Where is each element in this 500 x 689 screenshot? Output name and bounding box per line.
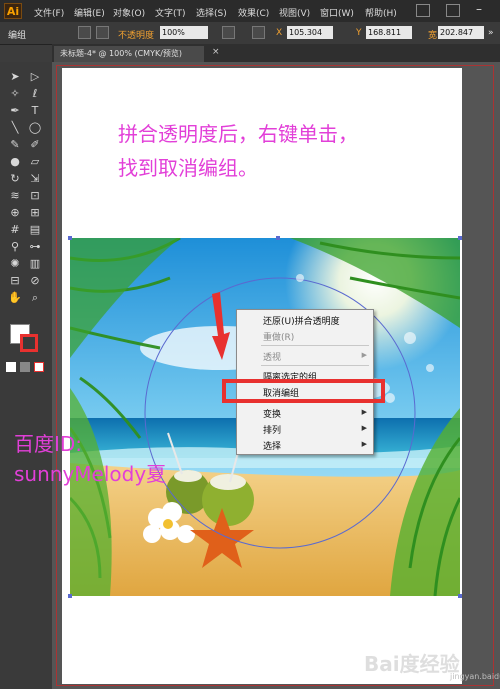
menu-view[interactable]: 视图(V) bbox=[279, 6, 310, 19]
slice-icon[interactable]: ⊘ bbox=[28, 274, 42, 288]
color-mode-buttons[interactable] bbox=[6, 362, 46, 374]
lasso-icon[interactable]: ℓ bbox=[28, 87, 42, 101]
watermark-url: jingyan.baidu.com bbox=[450, 672, 500, 681]
selection-handle[interactable] bbox=[276, 236, 280, 240]
magic-wand-icon[interactable]: ✧ bbox=[8, 87, 22, 101]
selection-handle[interactable] bbox=[68, 236, 72, 240]
menu-item-arrange[interactable]: 排列 bbox=[263, 423, 281, 436]
perspective-grid-icon[interactable]: ⊞ bbox=[28, 206, 42, 220]
style-icon[interactable] bbox=[96, 26, 109, 39]
selection-icon[interactable]: ➤ bbox=[8, 70, 22, 84]
ellipse-icon[interactable]: ◯ bbox=[28, 121, 42, 135]
instruction-line-2: 找到取消编组。 bbox=[118, 156, 258, 180]
fill-stroke-swatch[interactable] bbox=[10, 324, 38, 352]
bridge-icon[interactable] bbox=[416, 4, 430, 17]
menu-item-redo: 重做(R) bbox=[263, 333, 295, 343]
x-label: X bbox=[276, 28, 283, 38]
align-icon[interactable] bbox=[252, 26, 265, 39]
highlight-box bbox=[222, 379, 385, 403]
graph-icon[interactable]: ▥ bbox=[28, 257, 42, 271]
gradient-icon[interactable]: ▤ bbox=[28, 223, 42, 237]
type-icon[interactable]: T bbox=[28, 104, 42, 118]
menu-type[interactable]: 文字(T) bbox=[155, 6, 186, 19]
pen-icon[interactable]: ✒ bbox=[8, 104, 22, 118]
opacity-label[interactable]: 不透明度 bbox=[118, 28, 154, 41]
submenu-arrow-icon: ▶ bbox=[361, 351, 367, 359]
x-field[interactable]: 105.304 bbox=[287, 26, 333, 39]
menu-item-transform[interactable]: 变换 bbox=[263, 407, 281, 420]
paintbrush-icon[interactable]: ✎ bbox=[8, 138, 22, 152]
blob-brush-icon[interactable]: ● bbox=[8, 155, 22, 169]
blend-icon[interactable]: ⊶ bbox=[28, 240, 42, 254]
close-tab-icon[interactable]: × bbox=[212, 47, 220, 57]
menu-item-perspective: 透视 bbox=[263, 353, 282, 363]
menu-item-select[interactable]: 选择 bbox=[263, 439, 281, 452]
width-label: 宽 bbox=[428, 31, 438, 41]
width-icon[interactable]: ≋ bbox=[8, 189, 22, 203]
document-tab-bar: 未标题-4* @ 100% (CMYK/预览) × bbox=[52, 44, 500, 62]
tools-panel: ➤ ▷ ✧ ℓ ✒ T ╲ ◯ ✎ ✐ ● ▱ ↻ ⇲ ≋ ⊡ ⊕ ⊞ # ▤ ⚲ ⊶ ✺ ▥ ⊟ ⊘ ✋ ⌕ bbox=[0, 62, 53, 689]
document-tab[interactable]: 未标题-4* @ 100% (CMYK/预览) bbox=[54, 46, 204, 62]
selection-handle[interactable] bbox=[68, 594, 72, 598]
recolor-icon[interactable] bbox=[222, 26, 235, 39]
artboard-icon[interactable]: ⊟ bbox=[8, 274, 22, 288]
watermark-logo: Bai度经验 bbox=[364, 652, 460, 676]
arrange-documents-icon[interactable] bbox=[446, 4, 460, 17]
mesh-icon[interactable]: # bbox=[8, 223, 22, 237]
y-label: Y bbox=[356, 28, 362, 38]
line-icon[interactable]: ╲ bbox=[8, 121, 22, 135]
side-text-line-1: 百度ID: bbox=[14, 432, 83, 456]
menu-object[interactable]: 对象(O) bbox=[113, 6, 145, 19]
zoom-icon[interactable]: ⌕ bbox=[28, 291, 42, 305]
y-field[interactable]: 168.811 bbox=[366, 26, 412, 39]
submenu-arrow-icon: ▶ bbox=[361, 424, 367, 432]
menu-help[interactable]: 帮助(H) bbox=[365, 6, 397, 19]
minimize-icon[interactable]: – bbox=[476, 2, 482, 16]
menu-effect[interactable]: 效果(C) bbox=[238, 6, 269, 19]
shape-builder-icon[interactable]: ⊕ bbox=[8, 206, 22, 220]
chevron-right-icon[interactable]: » bbox=[488, 28, 494, 38]
selection-handle[interactable] bbox=[458, 236, 462, 240]
app-logo: Ai bbox=[4, 3, 22, 19]
selection-handle[interactable] bbox=[458, 594, 462, 598]
hand-icon[interactable]: ✋ bbox=[8, 291, 22, 305]
eraser-icon[interactable]: ▱ bbox=[28, 155, 42, 169]
direct-selection-icon[interactable]: ▷ bbox=[28, 70, 42, 84]
scale-icon[interactable]: ⇲ bbox=[28, 172, 42, 186]
selection-type-label: 编组 bbox=[8, 31, 27, 41]
menu-edit[interactable]: 编辑(E) bbox=[74, 6, 105, 19]
side-text-line-2: sunnyMelody夏 bbox=[14, 462, 167, 486]
menu-window[interactable]: 窗口(W) bbox=[320, 6, 354, 19]
menu-separator bbox=[261, 365, 369, 366]
symbol-sprayer-icon[interactable]: ✺ bbox=[8, 257, 22, 271]
control-bar: 编组 不透明度 100% X 105.304 Y 168.811 宽 202.8… bbox=[0, 22, 500, 45]
rotate-icon[interactable]: ↻ bbox=[8, 172, 22, 186]
stroke-icon[interactable] bbox=[78, 26, 91, 39]
submenu-arrow-icon: ▶ bbox=[361, 408, 367, 416]
menu-bar: Ai 文件(F) 编辑(E) 对象(O) 文字(T) 选择(S) 效果(C) 视… bbox=[0, 0, 500, 22]
eyedropper-icon[interactable]: ⚲ bbox=[8, 240, 22, 254]
submenu-arrow-icon: ▶ bbox=[361, 440, 367, 448]
free-transform-icon[interactable]: ⊡ bbox=[28, 189, 42, 203]
menu-select[interactable]: 选择(S) bbox=[196, 6, 227, 19]
menu-item-undo-flatten[interactable]: 还原(U)拼合透明度 bbox=[263, 314, 340, 327]
width-field[interactable]: 202.847 bbox=[438, 26, 484, 39]
instruction-line-1: 拼合透明度后，右键单击， bbox=[118, 122, 358, 146]
opacity-field[interactable]: 100% bbox=[160, 26, 208, 39]
menu-file[interactable]: 文件(F) bbox=[34, 6, 64, 19]
pointer-arrow bbox=[212, 292, 230, 360]
pencil-icon[interactable]: ✐ bbox=[28, 138, 42, 152]
menu-separator bbox=[261, 345, 369, 346]
